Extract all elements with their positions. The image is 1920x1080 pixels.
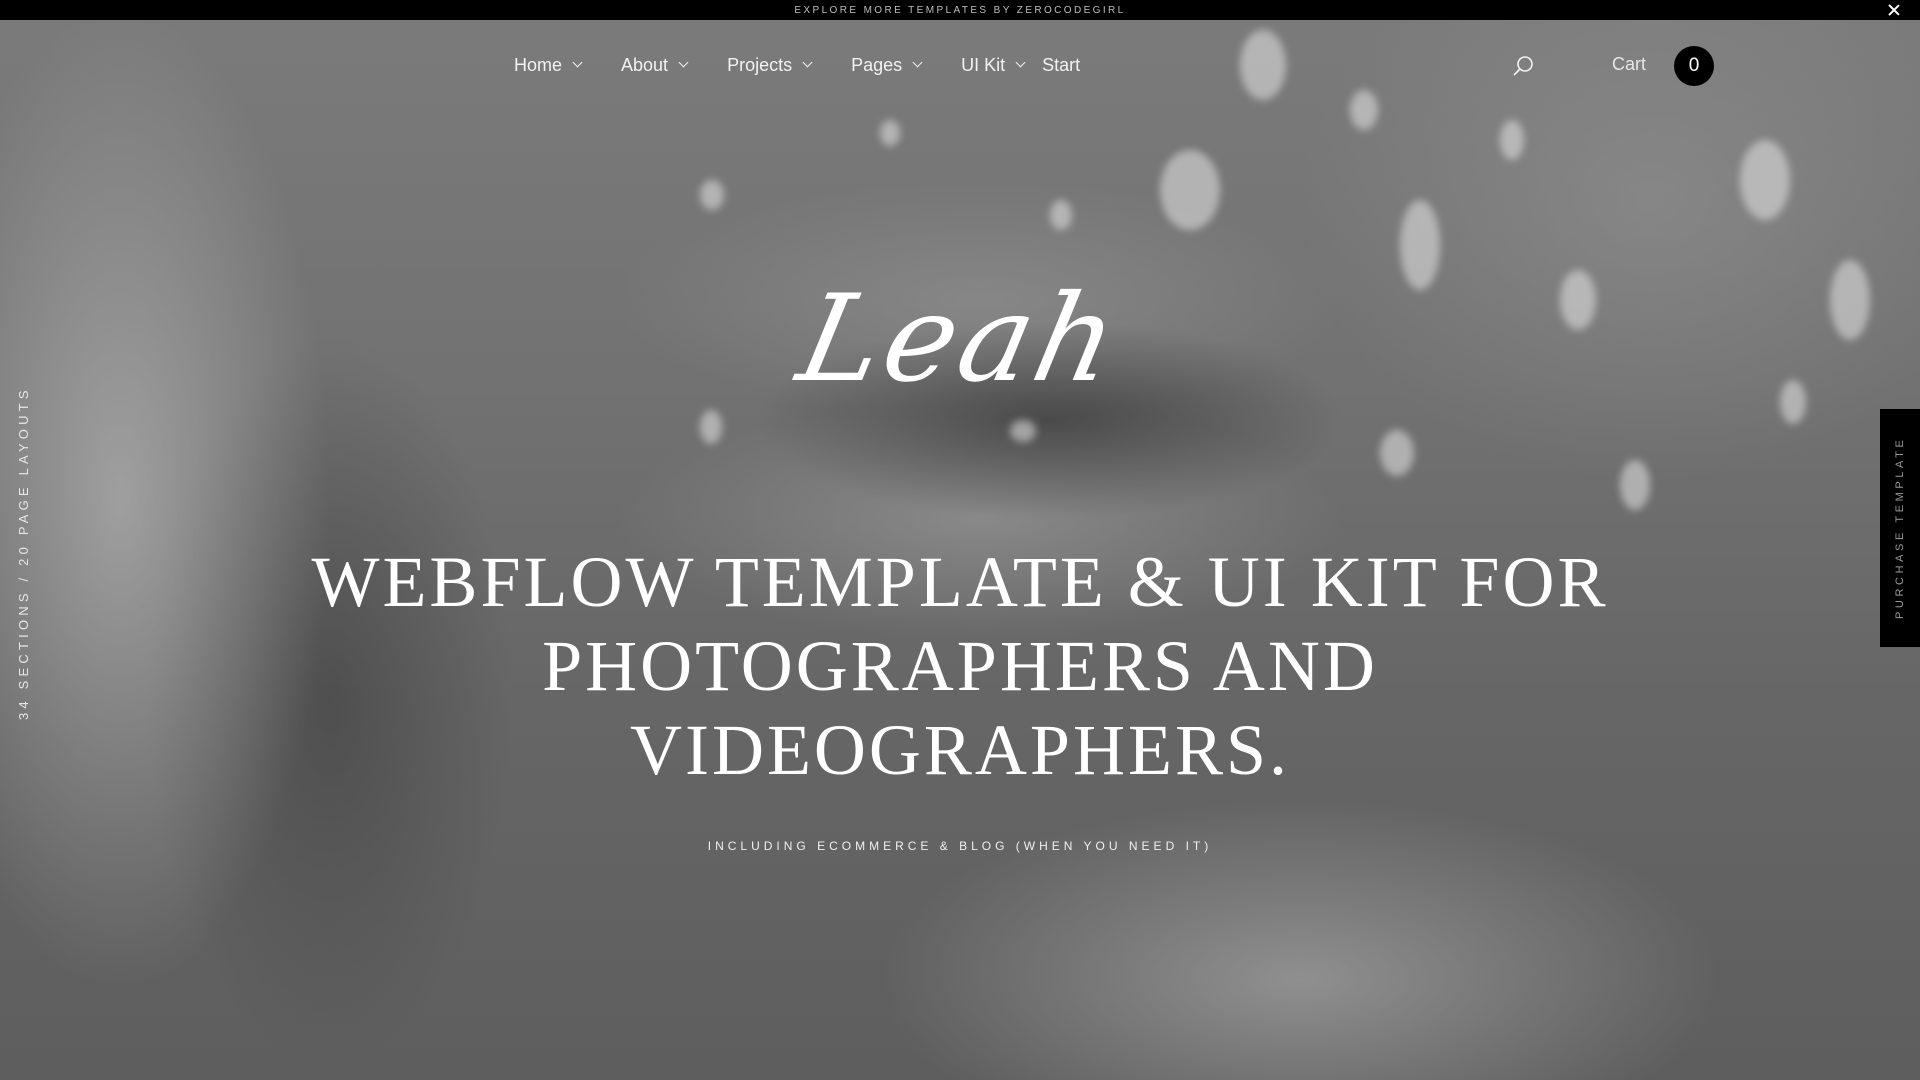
chevron-down-icon (802, 57, 813, 68)
nav-item-label: About (621, 54, 669, 75)
nav-item-pages[interactable]: Pages (851, 54, 923, 76)
nav-item-label: Projects (727, 54, 793, 75)
promo-bar-link[interactable]: Explore more templates by Zerocodegirl (794, 5, 1125, 16)
nav-item-label: Home (514, 54, 563, 75)
hero-headline: Webflow template & UI kit for photograph… (311, 542, 1609, 790)
cart-count-badge[interactable]: 0 (1674, 46, 1714, 86)
main-nav: Home About Projects Pages UI Kit Start (514, 46, 1080, 84)
hero-subline: Including ecommerce & blog (when you nee… (707, 839, 1213, 853)
close-icon[interactable] (1886, 2, 1902, 18)
purchase-template-button[interactable]: Purchase Template (1880, 409, 1920, 647)
side-sections-label: 34 Sections / 20 Page Layouts (16, 386, 31, 720)
chevron-down-icon (1015, 57, 1026, 68)
nav-item-start[interactable]: Start (1042, 55, 1080, 76)
cart-link[interactable]: Cart (1612, 54, 1646, 75)
nav-item-about[interactable]: About (621, 54, 689, 76)
chevron-down-icon (572, 57, 583, 68)
chevron-down-icon (678, 57, 689, 68)
chevron-down-icon (912, 57, 923, 68)
nav-item-label: UI Kit (961, 54, 1006, 75)
purchase-template-label: Purchase Template (1894, 436, 1906, 619)
promo-bar: Explore more templates by Zerocodegirl (0, 0, 1920, 20)
nav-item-projects[interactable]: Projects (727, 54, 813, 76)
nav-item-home[interactable]: Home (514, 54, 583, 76)
nav-item-ui-kit[interactable]: UI Kit (961, 54, 1026, 76)
page: Explore more templates by Zerocodegirl H… (0, 0, 1920, 1080)
nav-item-label: Pages (851, 54, 903, 75)
search-icon[interactable] (1512, 54, 1536, 78)
hero-logo: Leah (787, 270, 1133, 409)
